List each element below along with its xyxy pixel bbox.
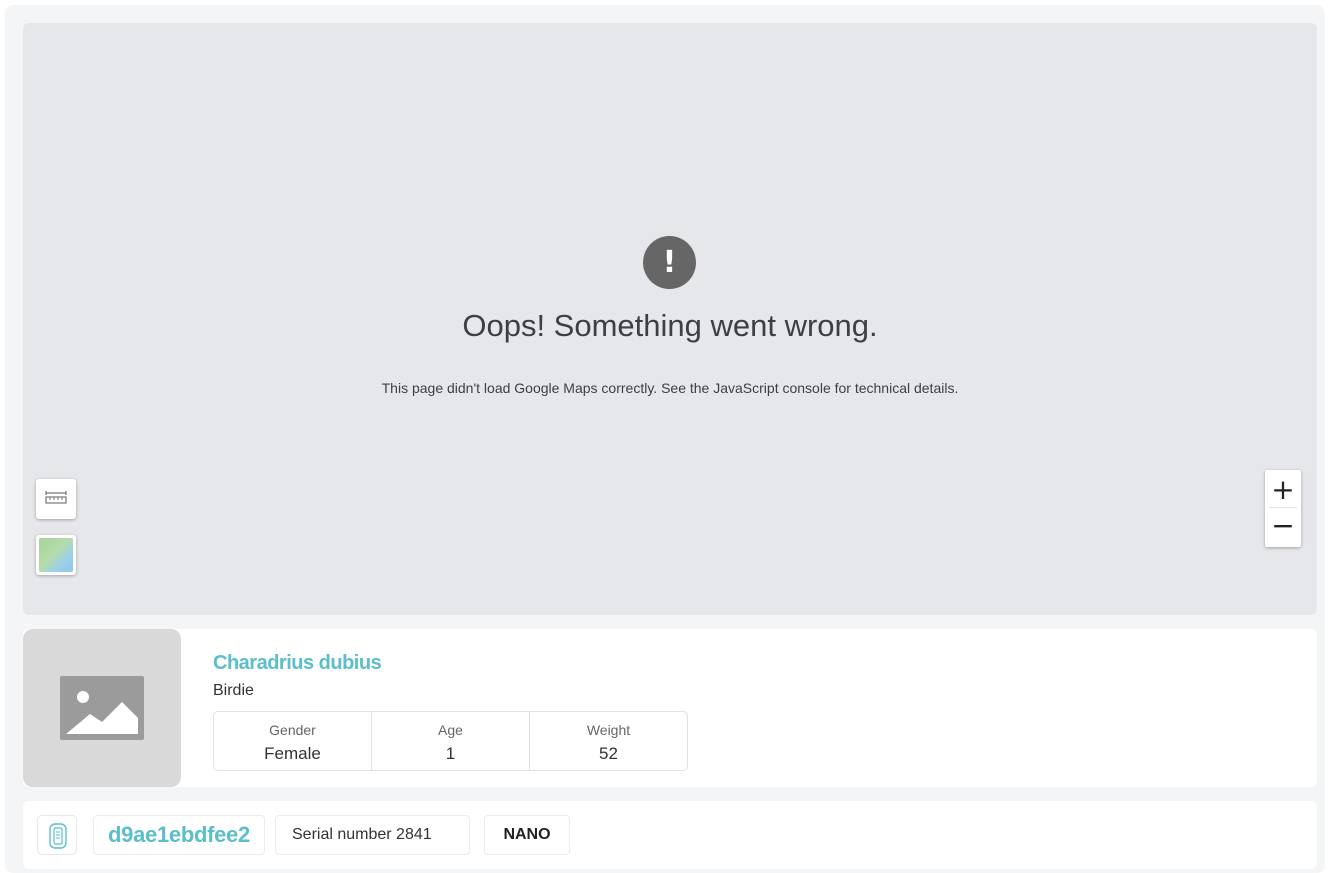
animal-card: Charadrius dubius Birdie Gender Female A… <box>23 629 1317 787</box>
stat-value: 1 <box>445 744 456 763</box>
device-serial: Serial number 2841 <box>275 815 470 855</box>
map-error-title: Oops! Something went wrong. <box>462 308 878 343</box>
stat-value: 52 <box>599 744 618 763</box>
animal-photo <box>23 629 181 787</box>
device-icon-button[interactable] <box>37 815 77 855</box>
species-name[interactable]: Charadrius dubius <box>213 651 382 675</box>
stat-value: Female <box>264 744 321 763</box>
page-container: ! Oops! Something went wrong. This page … <box>5 5 1325 873</box>
device-row: d9ae1ebdfee2 Serial number 2841 NANO <box>23 801 1317 869</box>
map-layer-button[interactable] <box>36 535 76 575</box>
zoom-in-button[interactable]: + <box>1265 472 1301 508</box>
stat-label: Weight <box>586 722 631 738</box>
animal-name: Birdie <box>213 682 254 699</box>
stat-weight: Weight 52 <box>530 712 687 770</box>
ruler-icon <box>45 491 67 504</box>
map-panel[interactable]: ! Oops! Something went wrong. This page … <box>23 23 1317 615</box>
stat-gender: Gender Female <box>214 712 372 770</box>
image-placeholder-icon <box>60 676 144 740</box>
zoom-out-button[interactable]: − <box>1265 508 1301 544</box>
zoom-control: + − <box>1265 470 1301 547</box>
stat-label: Gender <box>269 722 316 738</box>
measure-distance-button[interactable] <box>36 479 76 519</box>
device-id[interactable]: d9ae1ebdfee2 <box>93 815 265 855</box>
map-layer-icon <box>39 538 73 572</box>
device-model-badge: NANO <box>484 815 570 855</box>
error-icon: ! <box>643 236 696 289</box>
stat-age: Age 1 <box>372 712 530 770</box>
map-error-description: This page didn't load Google Maps correc… <box>381 380 959 396</box>
tracker-device-icon <box>49 823 67 849</box>
stat-label: Age <box>438 722 463 738</box>
animal-stats: Gender Female Age 1 Weight 52 <box>213 711 688 771</box>
